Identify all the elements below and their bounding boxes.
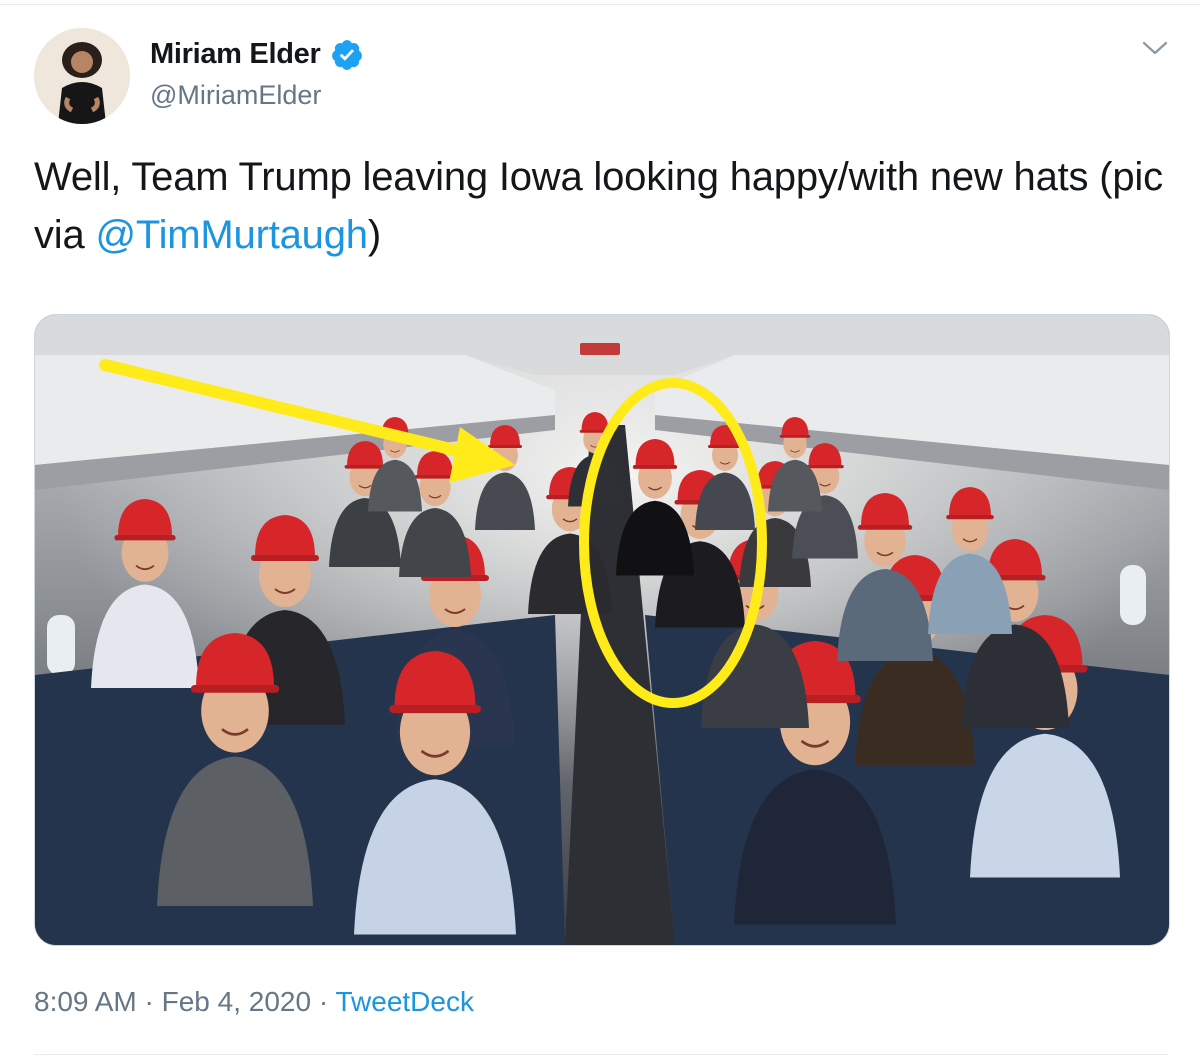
tweet-time[interactable]: 8:09 AM — [34, 986, 137, 1017]
chevron-down-icon[interactable] — [1140, 38, 1170, 58]
tweet-text-end: ) — [367, 213, 381, 257]
tweet-photo[interactable] — [34, 314, 1170, 946]
tweet-meta: 8:09 AM · Feb 4, 2020 · TweetDeck — [34, 986, 474, 1018]
author-name[interactable]: Miriam Elder — [150, 38, 321, 71]
tweet-text: Well, Team Trump leaving Iowa looking ha… — [34, 148, 1174, 264]
divider — [0, 4, 1200, 5]
meta-separator: · — [136, 986, 162, 1017]
mention-link[interactable]: @TimMurtaugh — [95, 213, 368, 257]
meta-separator: · — [311, 986, 336, 1017]
divider — [34, 1054, 1168, 1055]
author-handle[interactable]: @MiriamElder — [150, 80, 321, 111]
tweet-source-link[interactable]: TweetDeck — [335, 986, 474, 1017]
tweet-date[interactable]: Feb 4, 2020 — [162, 986, 311, 1017]
avatar[interactable] — [34, 28, 130, 124]
verified-badge-icon — [332, 40, 362, 70]
tweet-card: Miriam Elder @MiriamElder Well, Team Tru… — [0, 0, 1200, 1060]
